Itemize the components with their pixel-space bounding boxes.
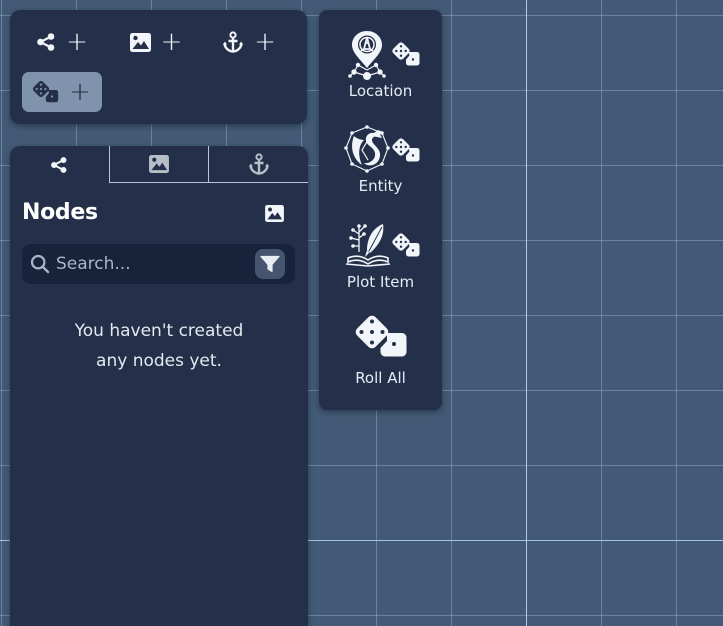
- anchor-icon: [248, 153, 270, 175]
- dice-icon: [355, 315, 407, 357]
- dice-icon: [392, 233, 420, 257]
- plus-icon: +: [69, 77, 91, 107]
- filter-icon: [260, 255, 280, 273]
- tab-images[interactable]: [108, 146, 209, 183]
- share-nodes-icon: [36, 32, 56, 52]
- share-nodes-icon: [50, 156, 68, 174]
- dice-icon: [392, 42, 420, 66]
- add-node-button[interactable]: +: [22, 22, 102, 62]
- plus-icon: +: [66, 27, 88, 57]
- dragon-icon: [344, 124, 390, 174]
- empty-state-line-1: You haven't created: [74, 321, 244, 341]
- nodes-side-panel: Nodes You haven't created any nodes yet.: [10, 146, 309, 626]
- quill-book-icon: [345, 222, 391, 268]
- tab-nodes[interactable]: [10, 146, 109, 183]
- palette-label: Location: [348, 82, 413, 100]
- palette-label: Plot Item: [346, 273, 415, 291]
- search-input[interactable]: [56, 250, 246, 278]
- panel-tabs: [10, 146, 309, 183]
- image-icon: [265, 205, 284, 222]
- add-image-button[interactable]: +: [116, 22, 196, 62]
- image-icon: [149, 155, 169, 173]
- roll-all-button[interactable]: Roll All: [319, 315, 442, 405]
- search-box: [22, 244, 295, 284]
- anchor-icon: [222, 31, 244, 53]
- add-anchor-button[interactable]: +: [209, 22, 289, 62]
- toggle-image-button[interactable]: [265, 205, 284, 222]
- dice-icon: [392, 138, 420, 162]
- generate-entity-button[interactable]: Entity: [319, 124, 442, 214]
- empty-state-line-2: any nodes yet.: [96, 351, 222, 371]
- location-map-pin-icon: [347, 30, 387, 82]
- image-icon: [129, 32, 151, 52]
- plus-icon: +: [254, 27, 276, 57]
- generator-palette: Location Entity Plot Item Roll All: [319, 10, 442, 410]
- panel-title: Nodes: [22, 200, 98, 225]
- tab-anchors[interactable]: [208, 146, 309, 183]
- palette-label: Entity: [358, 177, 403, 195]
- add-node-toolbar: + + + +: [10, 10, 307, 124]
- generate-location-button[interactable]: Location: [319, 30, 442, 120]
- dice-icon: [33, 81, 59, 103]
- plus-icon: +: [160, 27, 183, 57]
- palette-label: Roll All: [355, 369, 406, 387]
- add-random-table-button[interactable]: +: [22, 72, 102, 112]
- search-icon: [30, 254, 50, 274]
- empty-state-message: You haven't created any nodes yet.: [10, 316, 308, 376]
- generate-plot-item-button[interactable]: Plot Item: [319, 220, 442, 310]
- filter-button[interactable]: [255, 249, 285, 279]
